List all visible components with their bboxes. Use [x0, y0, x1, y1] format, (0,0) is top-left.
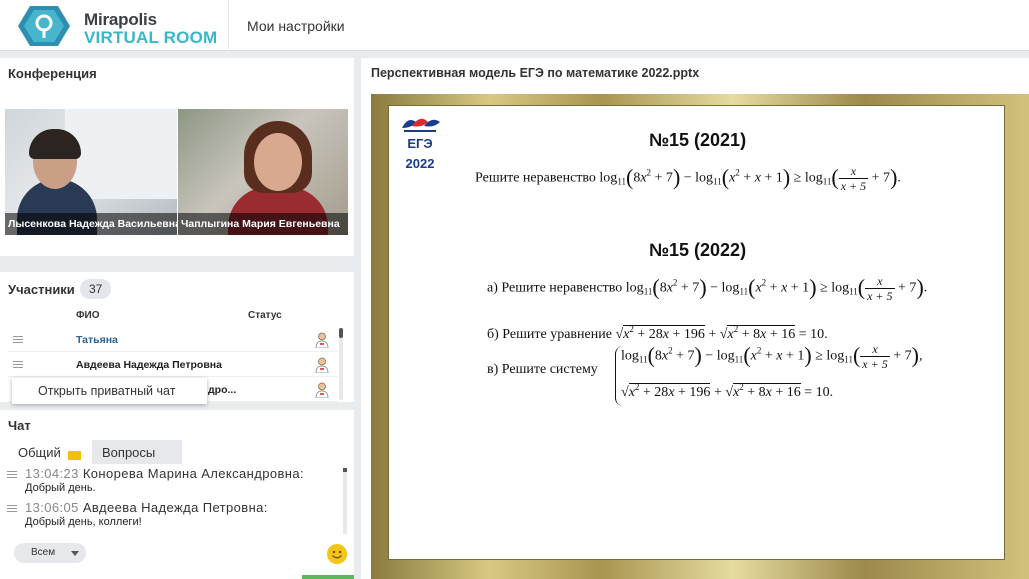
task-a-prefix: а) Решите неравенство	[487, 280, 623, 296]
participants-count-badge: 37	[80, 279, 112, 299]
slide-frame: ЕГЭ 2022 №15 (2021) Решите неравенство l…	[371, 94, 1029, 579]
mirapolis-logo[interactable]: Mirapolis VIRTUAL ROOM	[16, 4, 226, 48]
video-caption: Чаплыгина Мария Евгеньевна	[178, 213, 348, 235]
user-status-icon	[315, 357, 329, 373]
task-2021-prefix: Решите неравенство	[475, 170, 596, 186]
video-background-window	[65, 109, 177, 199]
chat-message-time: 13:06:05	[25, 500, 79, 515]
header-divider	[228, 0, 229, 51]
task-v-formula-line2: √x2 + 28x + 196 + √x2 + 8x + 16 = 10.	[621, 382, 834, 400]
participant-name: Татьяна	[76, 334, 118, 346]
top-bar: Mirapolis VIRTUAL ROOM Мои настройки	[0, 0, 1029, 51]
tab-general-label: Общий	[18, 445, 61, 460]
task-2021-formula: Решите неравенство log11(8x2 + 7) − log1…	[475, 164, 901, 193]
column-header-status[interactable]: Статус	[248, 310, 282, 321]
participant-row[interactable]: Татьяна	[8, 328, 338, 352]
user-status-icon	[315, 382, 329, 398]
task-a-formula: а) Решите неравенство log11(8x2 + 7) − l…	[487, 274, 928, 303]
conference-panel: Конференция Лысенкова Надежда Васильевна…	[0, 58, 354, 256]
logo-hexagon-icon	[18, 6, 70, 46]
participant-name: дро...	[208, 384, 237, 396]
chat-message-header: 13:04:23 Конорева Марина Александровна:	[25, 466, 304, 481]
tab-questions[interactable]: Вопросы	[92, 440, 182, 464]
participant-name: Авдеева Надежда Петровна	[76, 359, 222, 371]
context-menu-open-private-chat[interactable]: Открыть приватный чат	[12, 378, 207, 404]
participants-scroll-thumb[interactable]	[339, 328, 343, 338]
chat-scrollbar[interactable]	[343, 468, 347, 534]
chat-panel: Чат Общий Вопросы 13:04:23 Конорева Мари…	[0, 410, 354, 579]
envelope-icon	[68, 451, 81, 460]
chat-message-author: Конорева Марина Александровна:	[82, 466, 305, 481]
tab-questions-label: Вопросы	[102, 445, 156, 460]
chat-scroll-thumb[interactable]	[343, 468, 347, 472]
presentation-file-name: Перспективная модель ЕГЭ по математике 2…	[371, 66, 700, 80]
ege-logo-year: 2022	[405, 156, 435, 171]
heading-task-15-2022: №15 (2022)	[648, 240, 747, 260]
participants-title: Участники	[8, 282, 75, 297]
recipient-select[interactable]: Всем	[14, 543, 86, 563]
emoji-icon[interactable]	[327, 544, 347, 564]
recipient-select-value: Всем	[31, 547, 56, 558]
drag-handle-icon[interactable]	[7, 505, 17, 514]
user-status-icon	[315, 332, 329, 348]
presentation-panel: Перспективная модель ЕГЭ по математике 2…	[361, 58, 1029, 579]
my-settings-link[interactable]: Мои настройки	[247, 18, 345, 34]
drag-handle-icon[interactable]	[7, 471, 17, 480]
chat-message-text: Добрый день.	[25, 482, 96, 494]
participants-scrollbar[interactable]	[339, 328, 343, 400]
chevron-down-icon	[71, 551, 79, 556]
chat-message-time: 13:04:23	[25, 466, 79, 481]
logo-text-mirapolis: Mirapolis	[84, 10, 157, 29]
conference-title: Конференция	[8, 66, 97, 81]
task-v-prefix: в) Решите систему	[487, 362, 598, 377]
task-v-formula-line1: log11(8x2 + 7) − log11(x2 + x + 1) ≥ log…	[621, 342, 923, 371]
drag-handle-icon[interactable]	[13, 361, 23, 369]
slide: ЕГЭ 2022 №15 (2021) Решите неравенство l…	[388, 105, 1005, 560]
participant-row[interactable]: Авдеева Надежда Петровна	[8, 353, 338, 377]
logo-text-virtual-room: VIRTUAL ROOM	[84, 28, 218, 47]
video-caption: Лысенкова Надежда Васильевна	[5, 213, 177, 235]
task-b-prefix: б) Решите уравнение	[487, 327, 612, 342]
chat-message-author: Авдеева Надежда Петровна:	[82, 500, 268, 515]
chat-message-header: 13:06:05 Авдеева Надежда Петровна:	[25, 500, 268, 515]
chat-message-text: Добрый день, коллеги!	[25, 516, 142, 528]
chat-title: Чат	[8, 418, 31, 433]
chat-messages: 13:04:23 Конорева Марина Александровна: …	[5, 466, 341, 534]
drag-handle-icon[interactable]	[13, 336, 23, 344]
task-b-formula: б) Решите уравнение √x2 + 28x + 196 + √x…	[487, 324, 828, 342]
participant-head	[254, 133, 302, 191]
column-header-name[interactable]: ФИО	[76, 310, 100, 321]
video-tile[interactable]: Лысенкова Надежда Васильевна	[5, 109, 177, 235]
heading-task-15-2021: №15 (2021)	[648, 130, 747, 150]
video-tile[interactable]: Чаплыгина Мария Евгеньевна	[178, 109, 348, 235]
send-indicator[interactable]	[302, 575, 354, 579]
